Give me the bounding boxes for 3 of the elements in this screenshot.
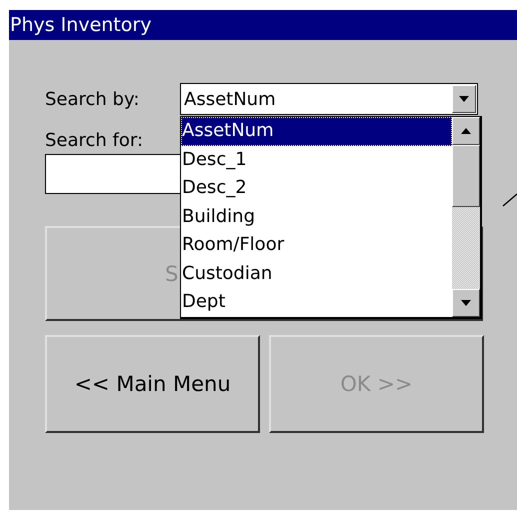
search-by-label: Search by:	[45, 88, 140, 110]
search-for-label: Search for:	[45, 130, 144, 151]
window-title: Phys Inventory	[10, 14, 152, 36]
